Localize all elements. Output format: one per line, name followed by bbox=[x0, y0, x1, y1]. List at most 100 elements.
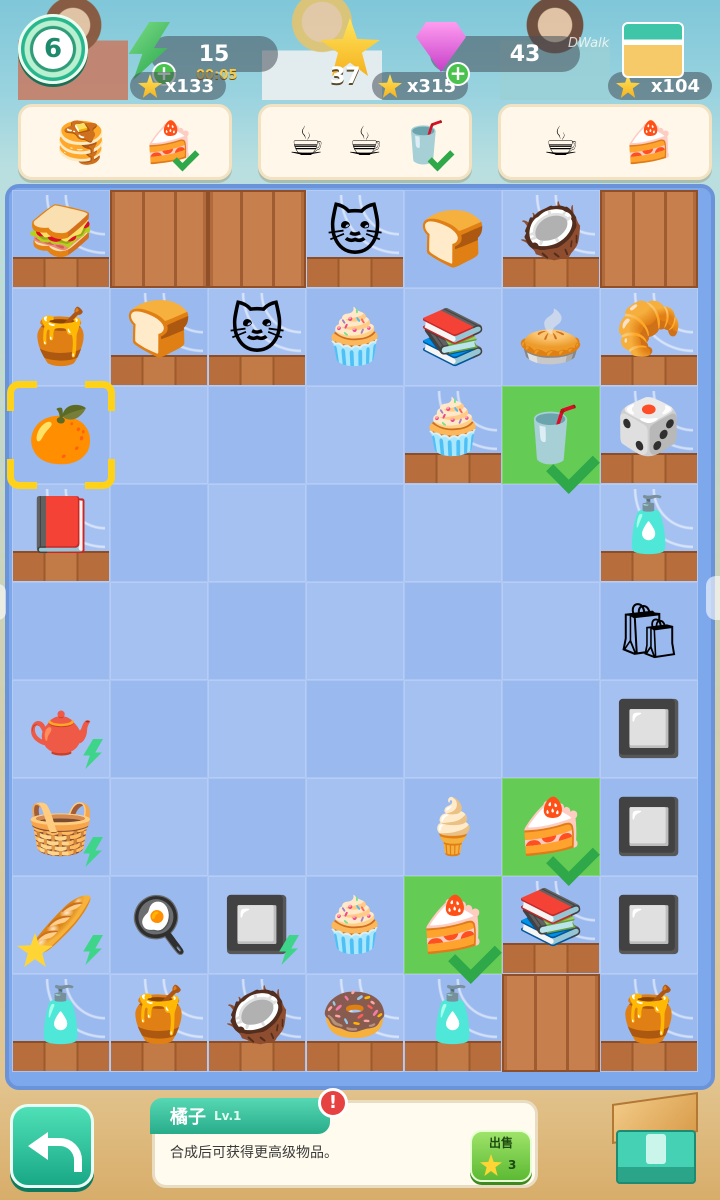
board-cell[interactable]: 🧴 bbox=[404, 974, 502, 1072]
board-cell[interactable]: 🍰 bbox=[404, 876, 502, 984]
board-cell[interactable] bbox=[110, 386, 208, 484]
board-cell[interactable]: 📚 bbox=[502, 876, 600, 974]
board-cell[interactable] bbox=[110, 582, 208, 680]
cat-icon[interactable]: 🐱 bbox=[327, 200, 383, 263]
sandwich-icon[interactable]: 🥪 bbox=[27, 199, 94, 263]
board-cell[interactable]: 🥥 bbox=[502, 190, 600, 288]
books-icon[interactable]: 📕 bbox=[27, 493, 94, 557]
perfume-bottle-icon[interactable]: 🧴 bbox=[419, 983, 486, 1047]
board-cell[interactable]: 🍯 bbox=[110, 974, 208, 1072]
board-cell[interactable]: 🧁 bbox=[306, 876, 404, 974]
board-cell[interactable] bbox=[404, 484, 502, 582]
board-cell[interactable]: 🥪 bbox=[12, 190, 110, 288]
flower-bottle-icon[interactable]: 🧴 bbox=[27, 983, 94, 1047]
board-cell[interactable] bbox=[208, 386, 306, 484]
honeycomb-icon[interactable]: 🍯 bbox=[125, 983, 192, 1047]
player-level-badge[interactable]: 6 bbox=[18, 14, 88, 84]
board-cell[interactable]: 🔲 bbox=[600, 876, 698, 974]
dice-icon[interactable]: 🎲 bbox=[615, 395, 682, 459]
board-cell[interactable]: 📕 bbox=[12, 484, 110, 582]
board-cell[interactable]: 🍞 bbox=[110, 288, 208, 386]
board-cell[interactable]: 🍞 bbox=[404, 190, 502, 288]
cupcake-icon[interactable]: 🧁 bbox=[419, 395, 486, 459]
board-cell[interactable]: 🧁 bbox=[404, 386, 502, 484]
board-cell[interactable]: 🔲 bbox=[600, 680, 698, 778]
board-cell[interactable]: 🥐 bbox=[600, 288, 698, 386]
board-cell[interactable]: 🧴 bbox=[600, 484, 698, 582]
bread-box-icon[interactable]: 🍞 bbox=[419, 207, 486, 271]
board-cell[interactable] bbox=[306, 582, 404, 680]
tea-tray-generator-icon[interactable]: 🫖 bbox=[27, 697, 94, 761]
jam-jar-icon[interactable]: 🍯 bbox=[615, 983, 682, 1047]
undo-button[interactable] bbox=[10, 1104, 94, 1188]
board-cell[interactable]: 🍰 bbox=[502, 778, 600, 886]
board-cell[interactable] bbox=[306, 680, 404, 778]
board-cell[interactable] bbox=[502, 484, 600, 582]
order-card-1[interactable]: 🥞 🍰 bbox=[18, 104, 232, 180]
board-cell[interactable]: 🎲 bbox=[600, 386, 698, 484]
board-cell[interactable] bbox=[208, 484, 306, 582]
fruit-basket-generator-icon[interactable]: 🧺 bbox=[27, 795, 94, 859]
coconut-icon[interactable]: 🥥 bbox=[223, 983, 290, 1047]
board-cell[interactable]: 🧁 bbox=[306, 288, 404, 386]
board-cell[interactable]: 🍳 bbox=[110, 876, 208, 974]
item-info-alert-icon[interactable]: ! bbox=[318, 1088, 348, 1118]
board-cell[interactable] bbox=[404, 680, 502, 778]
fruit-tart-icon[interactable]: 🥧 bbox=[517, 305, 584, 369]
board-cell[interactable] bbox=[404, 582, 502, 680]
honeycomb-icon[interactable]: 🍯 bbox=[27, 305, 94, 369]
board-cell[interactable]: 🫖 bbox=[12, 680, 110, 778]
board-cell[interactable]: 🍊 bbox=[7, 381, 115, 489]
board-cell[interactable]: 🛍 bbox=[600, 582, 698, 680]
order-card-2[interactable]: ☕ ☕ 🥤 bbox=[258, 104, 472, 180]
oven-icon[interactable]: 🔲 bbox=[615, 697, 682, 761]
locked-crate-cell[interactable] bbox=[600, 190, 698, 288]
board-cell[interactable] bbox=[110, 778, 208, 876]
order-card-3[interactable]: ☕ 🍰 bbox=[498, 104, 712, 180]
board-cell[interactable] bbox=[502, 582, 600, 680]
board-cell[interactable]: 📚 bbox=[404, 288, 502, 386]
cherry-cupcake-icon[interactable]: 🧁 bbox=[321, 893, 388, 957]
board-cell[interactable]: 🧴 bbox=[12, 974, 110, 1072]
croissant-icon[interactable]: 🥐 bbox=[615, 297, 682, 361]
board-cell[interactable]: 🔲 bbox=[208, 876, 306, 974]
board-cell[interactable] bbox=[208, 778, 306, 876]
shopping-bag-icon[interactable]: 🛍 bbox=[615, 599, 684, 663]
locked-crate-cell[interactable] bbox=[502, 974, 600, 1072]
board-cell[interactable]: 🍯 bbox=[600, 974, 698, 1072]
board-cell[interactable] bbox=[208, 680, 306, 778]
storage-box-button[interactable] bbox=[606, 1091, 704, 1188]
sell-button[interactable]: 出售 3 bbox=[470, 1130, 532, 1182]
donut-icon[interactable]: 🍩 bbox=[321, 983, 388, 1047]
toaster-icon[interactable]: 🔲 bbox=[615, 893, 682, 957]
shop-stall-icon[interactable] bbox=[622, 22, 684, 78]
side-panel-tab-left[interactable] bbox=[0, 584, 6, 620]
board-cell[interactable]: 🔲 bbox=[600, 778, 698, 876]
board-cell[interactable]: 🥥 bbox=[208, 974, 306, 1072]
board-cell[interactable] bbox=[110, 484, 208, 582]
board-cell[interactable]: 🍩 bbox=[306, 974, 404, 1072]
board-cell[interactable] bbox=[208, 582, 306, 680]
board-cell[interactable]: 🥤 bbox=[502, 386, 600, 494]
locked-crate-cell[interactable] bbox=[208, 190, 306, 288]
board-cell[interactable]: 🥖 bbox=[12, 876, 110, 974]
board-cell[interactable]: 🐱 bbox=[208, 288, 306, 386]
books-icon[interactable]: 📚 bbox=[517, 885, 584, 949]
bottle-icon[interactable]: 🧴 bbox=[615, 493, 682, 557]
board-cell[interactable]: 🍯 bbox=[12, 288, 110, 386]
board-cell[interactable]: 🧺 bbox=[12, 778, 110, 876]
board-cell[interactable] bbox=[110, 680, 208, 778]
cat-icon[interactable]: 🐱 bbox=[229, 298, 285, 361]
board-cell[interactable] bbox=[306, 484, 404, 582]
board-cell[interactable]: 🍦 bbox=[404, 778, 502, 876]
bread-box-icon[interactable]: 🍞 bbox=[125, 297, 192, 361]
board-cell[interactable]: 🥧 bbox=[502, 288, 600, 386]
oven-generator-icon[interactable]: 🔲 bbox=[223, 893, 290, 957]
ice-cream-icon[interactable]: 🍦 bbox=[419, 795, 486, 859]
board-cell[interactable] bbox=[306, 386, 404, 484]
side-panel-tab[interactable] bbox=[706, 576, 720, 620]
baking-tray-icon[interactable]: 🍳 bbox=[125, 893, 192, 957]
coconut-icon[interactable]: 🥥 bbox=[517, 199, 584, 263]
board-cell[interactable]: 🐱 bbox=[306, 190, 404, 288]
add-gems-button[interactable]: + bbox=[446, 62, 470, 86]
